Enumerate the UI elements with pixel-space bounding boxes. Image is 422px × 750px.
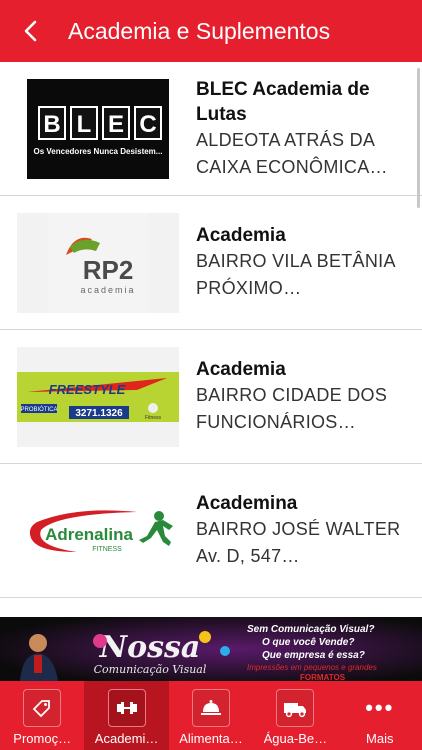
delivery-truck-icon <box>276 689 315 727</box>
svg-text:B: B <box>43 111 60 138</box>
banner-line-2: O que você Vende? <box>262 637 354 648</box>
banner-line-1: Sem Comunicação Visual? <box>247 624 374 635</box>
bottom-tab-bar: Promoç… Academi… Alimenta… Água-Be… ••• … <box>0 681 422 750</box>
dumbbell-icon <box>107 689 146 727</box>
list-item[interactable]: RP2 academia Academia BAIRRO VILA BETÂNI… <box>0 196 422 330</box>
item-title: Academina <box>196 493 298 514</box>
tab-promocoes[interactable]: Promoç… <box>0 681 84 750</box>
svg-text:FITNESS: FITNESS <box>92 546 122 553</box>
svg-text:PROBIÓTICA: PROBIÓTICA <box>20 406 57 413</box>
banner-brand: Nossa <box>99 630 201 665</box>
tab-label: Mais <box>366 731 394 746</box>
tab-alimentacao[interactable]: Alimenta… <box>169 681 253 750</box>
svg-text:C: C <box>139 111 156 138</box>
tab-label: Alimenta… <box>179 731 243 746</box>
more-dots-icon: ••• <box>365 695 395 720</box>
food-cloche-icon <box>191 689 230 727</box>
back-button[interactable] <box>0 0 62 62</box>
business-logo: RP2 academia <box>17 212 179 313</box>
item-address: BAIRRO VILA BETÂNIA PRÓXIMO… <box>196 251 395 298</box>
scrollbar[interactable] <box>417 68 420 208</box>
business-logo: B L E C Os Vencedores Nunca Desistem... <box>17 78 179 179</box>
page-title: Academia e Suplementos <box>68 17 331 44</box>
freestyle-logo-image: FREESTYLE PROBIÓTICA 3271.1326 Fitness <box>17 371 179 422</box>
blec-logo-image: B L E C Os Vencedores Nunca Desistem... <box>27 78 169 179</box>
list-item[interactable]: B L E C Os Vencedores Nunca Desistem... … <box>0 62 422 196</box>
svg-text:Fitness: Fitness <box>145 415 162 421</box>
tab-label: Promoç… <box>13 731 72 746</box>
tab-academia[interactable]: Academi… <box>84 681 169 750</box>
rp2-logo-image: RP2 academia <box>48 212 148 313</box>
list-item[interactable] <box>0 598 422 617</box>
tag-icon <box>23 689 62 727</box>
svg-text:academia: academia <box>80 285 135 295</box>
tab-label: Academi… <box>94 731 159 746</box>
item-address: ALDEOTA ATRÁS DA CAIXA ECONÔMICA… <box>196 129 388 177</box>
business-logo: Adrenalina FITNESS <box>17 480 179 581</box>
tab-mais[interactable]: ••• Mais <box>338 681 422 750</box>
banner-artwork: Nossa Comunicação Visual Sem Comunicação… <box>0 617 422 681</box>
list-item[interactable]: Adrenalina FITNESS Academina BAIRRO JOSÉ… <box>0 464 422 598</box>
svg-text:Os Vencedores Nunca Desistem..: Os Vencedores Nunca Desistem... <box>34 147 163 156</box>
item-address: BAIRRO JOSÉ WALTER Av. D, 547… <box>196 519 401 566</box>
adrenalina-logo-image: Adrenalina FITNESS <box>29 509 173 553</box>
svg-text:E: E <box>108 111 124 138</box>
chevron-left-icon <box>24 20 37 42</box>
business-logo: FREESTYLE PROBIÓTICA 3271.1326 Fitness <box>17 346 179 447</box>
banner-brand-sub: Comunicação Visual <box>94 663 207 676</box>
item-title: Academia <box>196 225 286 246</box>
item-address: BAIRRO CIDADE DOS FUNCIONÁRIOS… <box>196 385 388 432</box>
svg-text:FREESTYLE: FREESTYLE <box>49 382 126 397</box>
banner-line-3: Que empresa é essa? <box>262 650 365 661</box>
item-title: BLEC Academia de Lutas <box>196 78 370 125</box>
svg-text:3271.1326: 3271.1326 <box>75 408 123 419</box>
svg-text:L: L <box>77 111 92 138</box>
svg-text:RP2: RP2 <box>83 255 134 285</box>
tab-agua-bebidas[interactable]: Água-Be… <box>253 681 337 750</box>
item-title: Academia <box>196 359 286 380</box>
banner-line-4: Impressões em pequenos e grandes <box>247 663 377 672</box>
app-header: Academia e Suplementos <box>0 0 422 62</box>
svg-text:Adrenalina: Adrenalina <box>45 525 133 544</box>
list-item[interactable]: FREESTYLE PROBIÓTICA 3271.1326 Fitness A… <box>0 330 422 464</box>
banner-line-5: FORMATOS <box>300 673 346 681</box>
tab-label: Água-Be… <box>263 731 328 746</box>
ad-banner[interactable]: Nossa Comunicação Visual Sem Comunicação… <box>0 617 422 681</box>
business-list[interactable]: B L E C Os Vencedores Nunca Desistem... … <box>0 62 422 617</box>
